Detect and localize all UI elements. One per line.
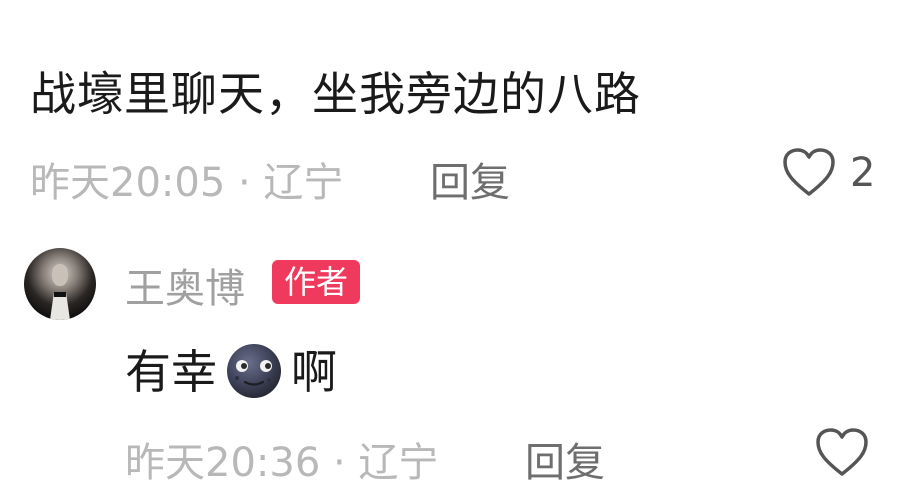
reply-meta: 昨天20:36 · 辽宁: [125, 440, 439, 486]
like-heart-icon[interactable]: [781, 146, 837, 198]
comment-meta: 昨天20:05 · 辽宁: [30, 160, 344, 206]
reply-text-after: 啊: [291, 345, 337, 399]
author-badge: 作者: [272, 260, 361, 304]
avatar-bowtie: [54, 292, 66, 297]
comment-thread: 战壕里聊天，坐我旁边的八路 昨天20:05 · 辽宁 回复 2 王奥博 作者 有…: [0, 0, 922, 504]
comment-text: 战壕里聊天，坐我旁边的八路: [30, 67, 641, 121]
like-count: 2: [850, 150, 876, 196]
new-moon-face-emoji: [219, 340, 289, 398]
reply-text-before: 有幸: [125, 345, 217, 399]
reply-username[interactable]: 王奥博: [125, 256, 245, 314]
reply-text: 有幸 啊: [125, 336, 337, 402]
avatar-face: [52, 264, 68, 286]
reply-button[interactable]: 回复: [430, 150, 510, 208]
reply-reply-button[interactable]: 回复: [525, 430, 605, 488]
reply-like-heart-icon[interactable]: [814, 426, 870, 478]
avatar[interactable]: [24, 248, 96, 320]
